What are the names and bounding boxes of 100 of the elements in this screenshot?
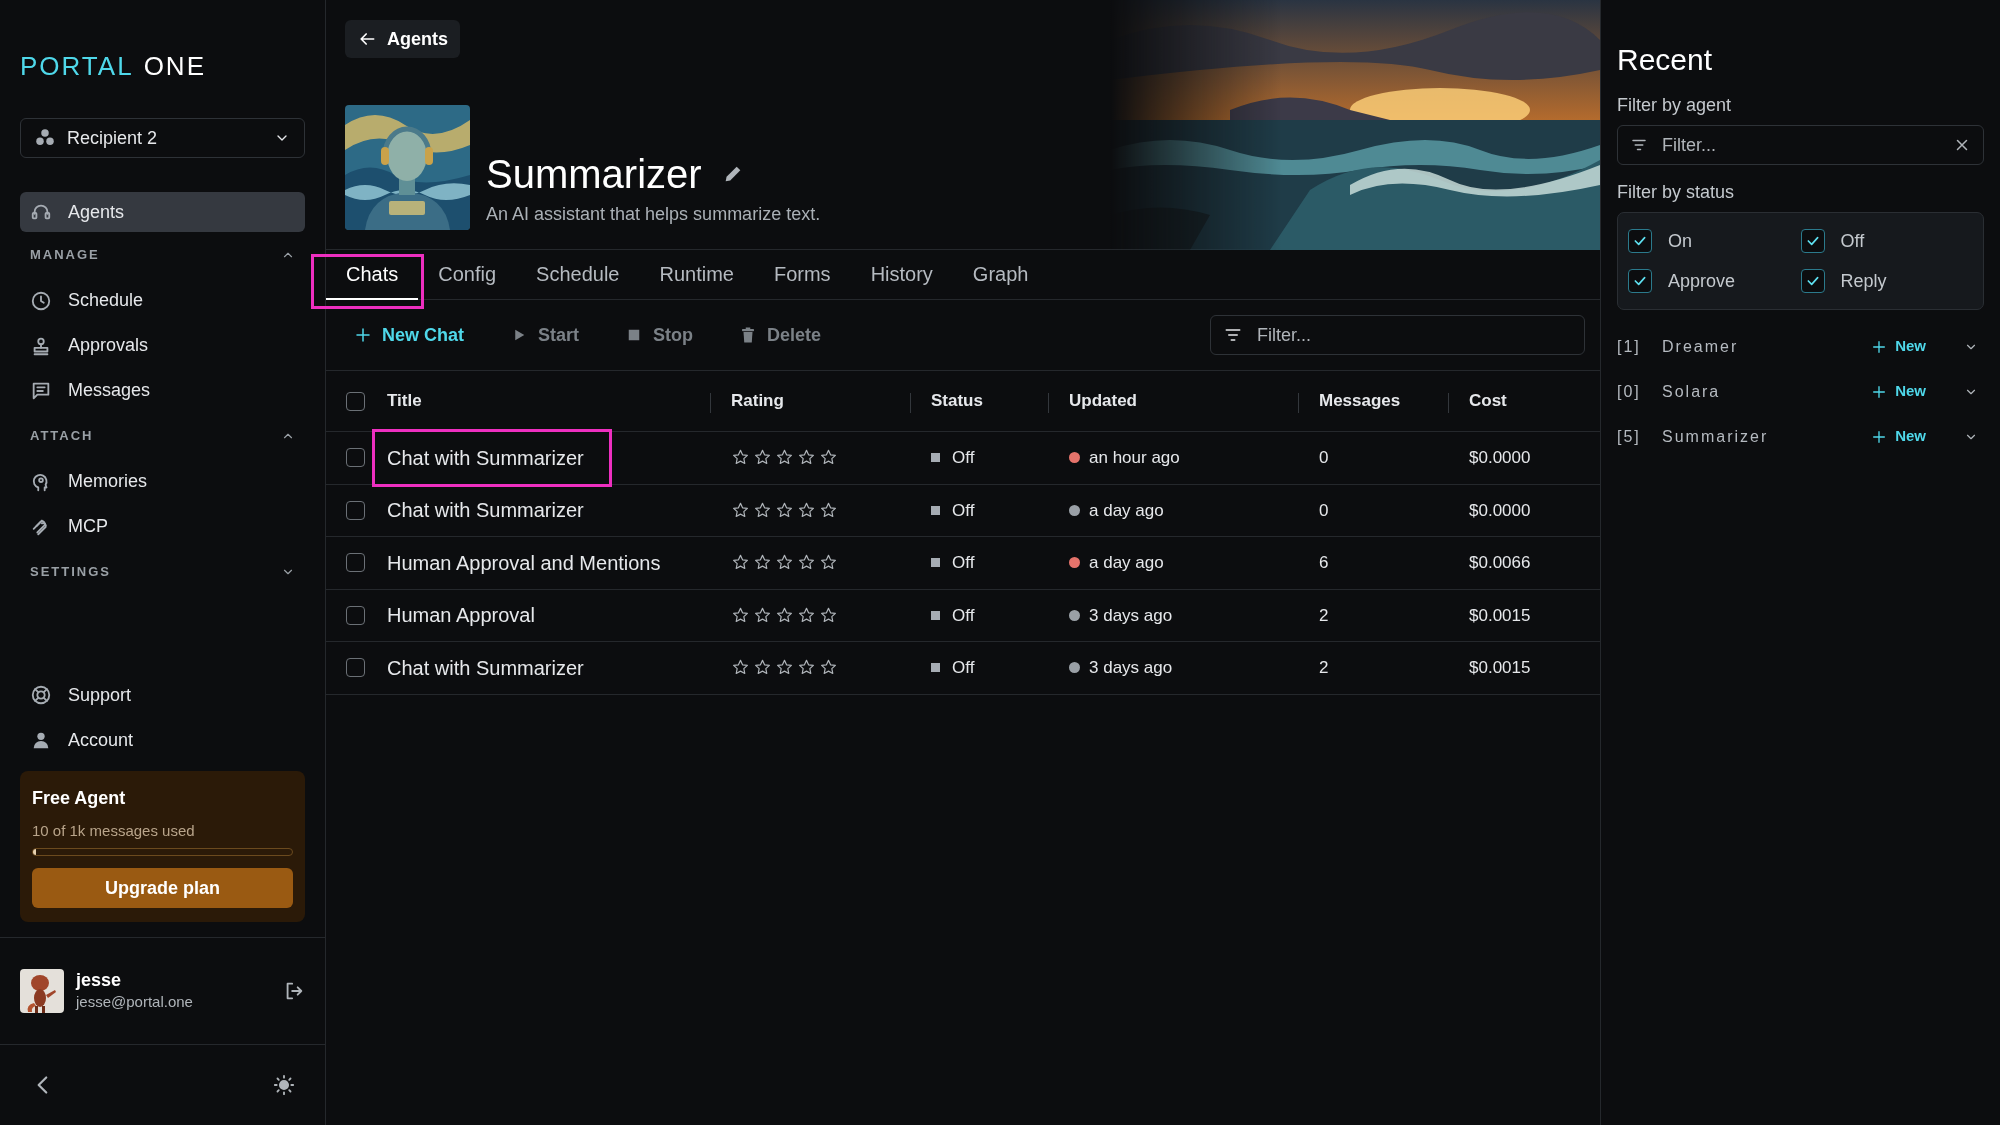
agent-description: An AI assistant that helps summarize text. [486, 203, 821, 226]
nav-item[interactable]: Messages [20, 368, 305, 413]
updated-time: an hour ago [1089, 447, 1180, 469]
updated-time: 3 days ago [1089, 657, 1173, 679]
message-count: 2 [1319, 604, 1329, 627]
agent-name[interactable]: Summarizer [1662, 424, 1872, 449]
nav-item[interactable]: Support [20, 672, 305, 718]
clock-icon [30, 289, 52, 312]
logo-text: PORTAL [20, 50, 134, 82]
tab[interactable]: Forms [753, 250, 851, 300]
chat-title[interactable]: Chat with Summarizer [387, 495, 584, 526]
updated-time: a day ago [1089, 499, 1164, 522]
plus-icon [1871, 428, 1888, 445]
agent-count: [5] [1617, 426, 1642, 447]
star-icon[interactable] [731, 500, 750, 520]
checkbox[interactable] [346, 391, 365, 411]
column-header[interactable]: Cost [1469, 388, 1507, 414]
nav-item[interactable]: MCP [20, 504, 305, 549]
status-text: Off [952, 499, 975, 522]
star-icon[interactable] [753, 500, 772, 520]
plus-icon [1871, 383, 1888, 400]
section-header[interactable]: MANAGE [20, 240, 305, 270]
three-dots-icon [35, 128, 55, 148]
cost-value: $0.0000 [1469, 447, 1531, 469]
chat-title[interactable]: Human Approval and Mentions [387, 547, 661, 578]
checkbox[interactable] [346, 553, 365, 573]
back-button[interactable]: Agents [345, 20, 460, 58]
nav-item[interactable]: Memories [20, 459, 305, 504]
column-header[interactable]: Updated [1069, 388, 1137, 414]
checkbox[interactable] [1800, 269, 1825, 293]
user-name: jesse [76, 968, 123, 991]
theme-toggle[interactable] [273, 1074, 295, 1096]
square-icon [931, 505, 940, 515]
status-text: Off [952, 604, 975, 627]
agent-name[interactable]: Solara [1662, 379, 1872, 404]
section-header[interactable]: ATTACH [20, 421, 305, 451]
chat-title[interactable]: Chat with Summarizer [387, 652, 584, 683]
nav-item[interactable]: Account [20, 717, 305, 763]
checkbox[interactable] [1628, 229, 1652, 253]
star-icon[interactable] [797, 500, 816, 520]
filter-input[interactable]: Filter... [1255, 320, 1572, 350]
column-header[interactable]: Messages [1319, 388, 1401, 414]
checkbox-label: Reply [1840, 269, 1887, 293]
agent-name[interactable]: Dreamer [1662, 334, 1872, 359]
tab[interactable]: History [850, 250, 953, 300]
star-icon[interactable] [797, 605, 816, 625]
tab[interactable]: Chats [326, 250, 419, 300]
nav-item[interactable]: Schedule [20, 278, 305, 323]
agent-filter-field[interactable]: Filter... [1617, 125, 1984, 165]
new-button[interactable]: New [1871, 425, 1926, 448]
chat-title[interactable]: Chat with Summarizer [387, 442, 584, 473]
checkbox-label: Off [1840, 229, 1865, 253]
tab[interactable]: Config [418, 250, 517, 300]
column-header[interactable]: Title [387, 388, 422, 414]
star-icon[interactable] [819, 500, 838, 520]
checkbox[interactable] [1800, 229, 1825, 253]
checkbox[interactable] [346, 448, 365, 468]
chat-title[interactable]: Human Approval [387, 600, 535, 631]
star-icon[interactable] [731, 605, 750, 625]
nav-item[interactable]: Approvals [20, 323, 305, 368]
square-icon [931, 663, 940, 673]
status-text: Off [952, 657, 975, 679]
checkbox[interactable] [346, 658, 365, 678]
status-text: Off [952, 447, 975, 469]
plus-icon [1871, 338, 1888, 355]
filter-input[interactable]: Filter... [1660, 130, 1941, 160]
usage-text: 10 of 1k messages used [32, 820, 196, 841]
agent-count: [1] [1617, 336, 1642, 357]
panel-title: Recent [1617, 42, 1714, 78]
star-icon[interactable] [775, 605, 794, 625]
square-icon [931, 453, 940, 463]
column-header[interactable]: Status [931, 388, 983, 414]
tab[interactable]: Runtime [639, 250, 754, 300]
star-icon[interactable] [819, 605, 838, 625]
new-button[interactable]: New [1871, 380, 1926, 403]
checkbox[interactable] [1628, 269, 1652, 293]
checkbox[interactable] [346, 500, 365, 520]
filter-field[interactable]: Filter... [1210, 315, 1585, 355]
user-email: jesse@portal.one [76, 991, 194, 1012]
star-icon[interactable] [775, 500, 794, 520]
star-icon[interactable] [753, 605, 772, 625]
plus-icon [354, 326, 372, 344]
upgrade-button[interactable]: Upgrade plan [32, 868, 293, 908]
updated-time: a day ago [1089, 552, 1164, 574]
lifebuoy-icon [30, 684, 52, 706]
tab[interactable]: Schedule [516, 250, 640, 300]
nav-item[interactable]: Agents [20, 192, 305, 232]
column-header[interactable]: Rating [731, 388, 784, 414]
cost-value: $0.0000 [1469, 499, 1531, 522]
toolbar-button[interactable]: New Chat [346, 321, 472, 349]
tab[interactable]: Graph [952, 250, 1049, 300]
status-text: Off [952, 552, 975, 574]
cost-value: $0.0066 [1469, 552, 1531, 574]
message-count: 6 [1319, 552, 1329, 574]
new-button[interactable]: New [1871, 335, 1926, 358]
sun-icon [273, 1074, 295, 1096]
workspace-dropdown[interactable]: Recipient 2 [20, 118, 305, 158]
agent-count: [0] [1617, 381, 1642, 402]
section-header[interactable]: SETTINGS [20, 557, 305, 587]
checkbox[interactable] [346, 605, 365, 625]
